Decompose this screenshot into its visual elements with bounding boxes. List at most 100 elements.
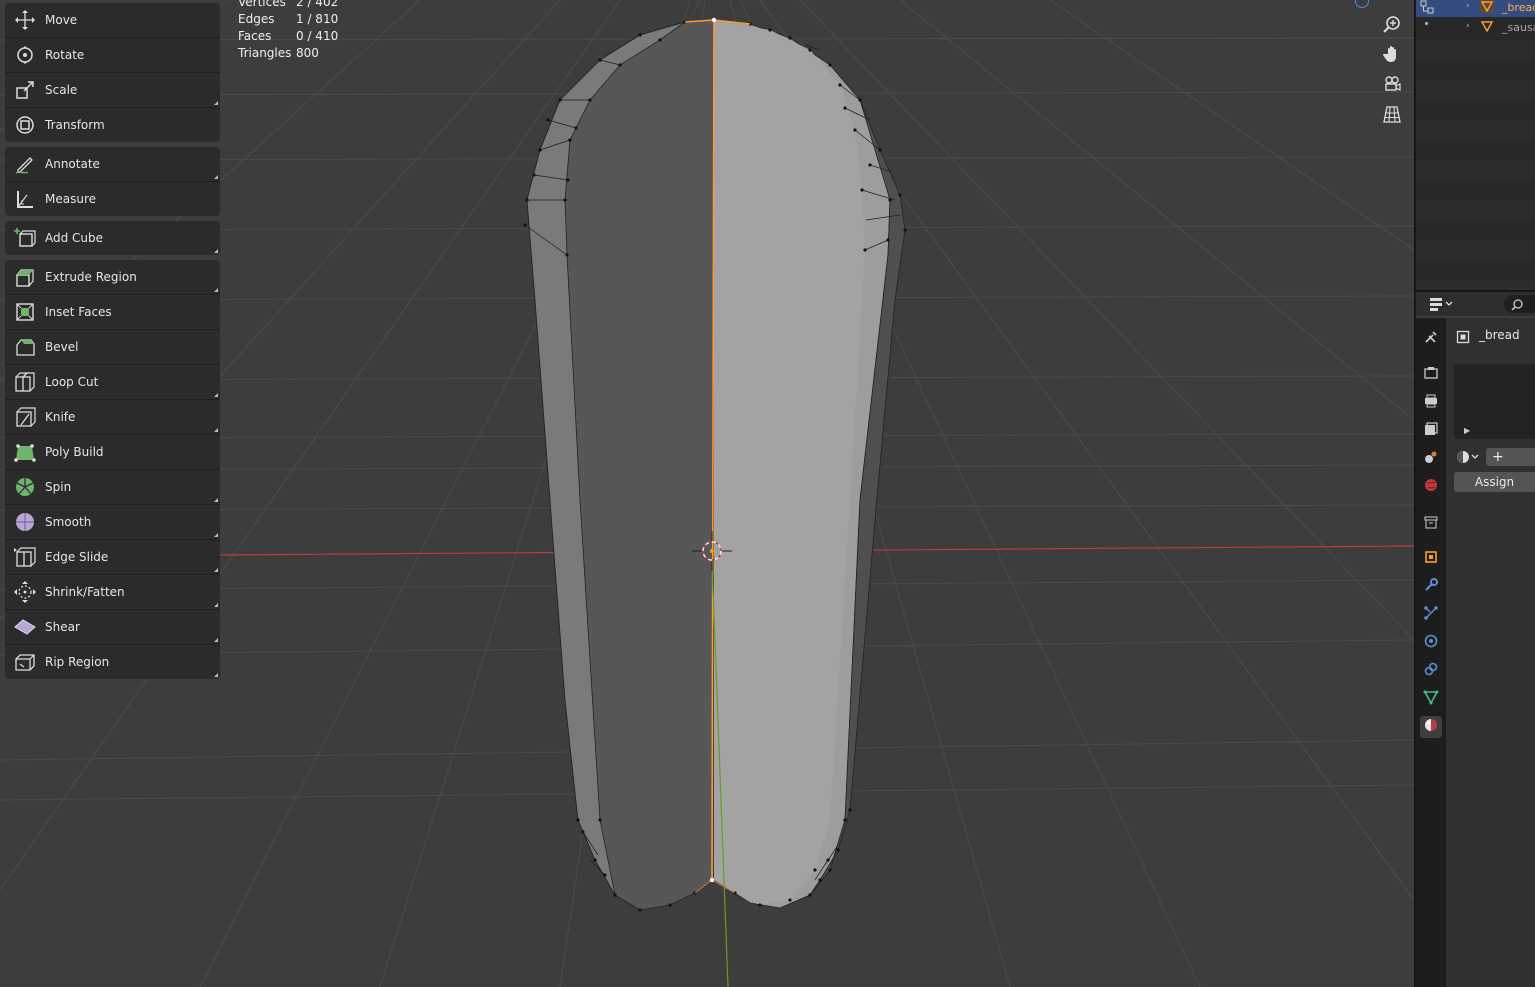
area-divider-horizontal[interactable]: [1416, 290, 1535, 292]
outliner-item-sausage[interactable]: › _sausa: [1416, 17, 1535, 37]
tool-move[interactable]: Move: [5, 3, 220, 38]
tool-poly-build[interactable]: Poly Build: [5, 435, 220, 470]
submenu-corner-icon: [214, 568, 218, 572]
rip-region-icon: [5, 645, 45, 679]
faces-label: Faces: [238, 29, 272, 43]
tool-label: Annotate: [45, 157, 100, 171]
zoom-magnifier-icon: [1382, 14, 1402, 38]
tab-collection[interactable]: [1422, 515, 1440, 533]
outliner-item-bread[interactable]: › _bread: [1416, 0, 1535, 17]
mesh-icon: [1480, 19, 1494, 36]
mesh-tools-group: Extrude Region Inset Faces Bevel Loop Cu…: [5, 260, 220, 679]
tool-edge-slide[interactable]: Edge Slide: [5, 540, 220, 575]
new-material-button[interactable]: +: [1486, 448, 1535, 466]
tool-smooth[interactable]: Smooth: [5, 505, 220, 540]
pan-button[interactable]: [1378, 42, 1406, 70]
tool-label: Bevel: [45, 340, 79, 354]
triangles-label: Triangles: [238, 46, 292, 60]
tool-shelf: Move Rotate Scale Transform Annotate Mea…: [5, 3, 220, 684]
assign-button[interactable]: Assign: [1454, 472, 1535, 492]
tab-output[interactable]: [1422, 394, 1440, 412]
submenu-corner-icon: [214, 249, 218, 253]
properties-header: [1416, 292, 1535, 316]
move-icon: [5, 3, 45, 37]
tool-add-cube[interactable]: Add Cube: [5, 221, 220, 255]
transform-tools-group: Move Rotate Scale Transform: [5, 3, 220, 142]
tool-knife[interactable]: Knife: [5, 400, 220, 435]
edges-label: Edges: [238, 12, 275, 26]
tool-label: Smooth: [45, 515, 92, 529]
tool-rotate[interactable]: Rotate: [5, 38, 220, 73]
expand-arrow-icon[interactable]: ›: [1466, 1, 1470, 11]
tab-object[interactable]: [1422, 550, 1440, 568]
tool-shrink-fatten[interactable]: Shrink/Fatten: [5, 575, 220, 610]
mesh-data-triangle-icon: [1423, 689, 1439, 709]
tool-scale[interactable]: Scale: [5, 73, 220, 108]
tool-bevel[interactable]: Bevel: [5, 330, 220, 365]
smooth-sphere-icon: [5, 505, 45, 539]
tab-modifiers[interactable]: [1422, 578, 1440, 596]
bread-mesh[interactable]: [523, 17, 907, 912]
zoom-button[interactable]: [1378, 12, 1406, 40]
3d-viewport[interactable]: Vertices 2 / 402 Edges 1 / 810 Faces 0 / 41…: [0, 0, 1414, 987]
shear-icon: [5, 610, 45, 644]
tab-scene[interactable]: [1422, 450, 1440, 468]
tool-transform[interactable]: Transform: [5, 108, 220, 142]
tool-shear[interactable]: Shear: [5, 610, 220, 645]
submenu-corner-icon: [214, 288, 218, 292]
outliner-item-label: _sausa: [1502, 20, 1535, 34]
tab-view-layer[interactable]: [1422, 422, 1440, 440]
bevel-icon: [5, 330, 45, 364]
perspective-toggle-button[interactable]: [1378, 102, 1406, 130]
submenu-corner-icon: [214, 673, 218, 677]
outliner[interactable]: › _bread › _sausa: [1416, 0, 1535, 290]
submenu-corner-icon: [214, 603, 218, 607]
outliner-rows-bg: [1416, 20, 1535, 290]
dot-icon: [1425, 22, 1428, 25]
tool-label: Add Cube: [45, 231, 104, 245]
collection-icon: [1420, 0, 1434, 17]
camera-icon: [1382, 74, 1402, 98]
statistics-overlay: Vertices 2 / 402 Edges 1 / 810 Faces 0 / 41…: [238, 0, 338, 62]
tool-rip-region[interactable]: Rip Region: [5, 645, 220, 679]
material-slot-list[interactable]: ▶: [1454, 364, 1535, 439]
material-browse-icon: [1454, 451, 1484, 470]
tool-label: Transform: [45, 118, 105, 132]
tool-inset-faces[interactable]: Inset Faces: [5, 295, 220, 330]
shrink-fatten-icon: [5, 575, 45, 609]
triangles-value: 800: [296, 46, 319, 60]
tool-annotate[interactable]: Annotate: [5, 147, 220, 182]
expand-arrow-icon[interactable]: ›: [1466, 21, 1470, 31]
tab-particles[interactable]: [1422, 606, 1440, 624]
annotate-pencil-icon: [5, 147, 45, 181]
mesh-icon: [1480, 0, 1494, 13]
tab-material[interactable]: [1420, 716, 1442, 738]
editor-type-dropdown[interactable]: [1426, 295, 1456, 313]
tool-label: Spin: [45, 480, 72, 494]
properties-search-field[interactable]: [1504, 295, 1535, 313]
camera-view-button[interactable]: [1378, 72, 1406, 100]
faces-value: 0 / 410: [296, 29, 339, 43]
tab-tool[interactable]: [1422, 330, 1440, 348]
tab-render[interactable]: [1422, 366, 1440, 384]
transform-icon: [5, 108, 45, 142]
tool-label: Shear: [45, 620, 80, 634]
tool-measure[interactable]: Measure: [5, 182, 220, 216]
annotate-tools-group: Annotate Measure: [5, 147, 220, 216]
browse-material-button[interactable]: [1454, 448, 1484, 466]
tab-data[interactable]: [1422, 690, 1440, 708]
scale-icon: [5, 73, 45, 107]
outliner-item-label: _bread: [1502, 0, 1535, 14]
tab-constraints[interactable]: [1422, 662, 1440, 680]
object-icon: [1456, 329, 1470, 348]
tool-loop-cut[interactable]: Loop Cut: [5, 365, 220, 400]
collection-box-icon: [1423, 514, 1439, 534]
tab-physics[interactable]: [1422, 634, 1440, 652]
object-square-icon: [1423, 549, 1439, 569]
tool-spin[interactable]: Spin: [5, 470, 220, 505]
expand-triangle-icon[interactable]: ▶: [1464, 426, 1470, 435]
tool-extrude-region[interactable]: Extrude Region: [5, 260, 220, 295]
area-divider[interactable]: [1414, 0, 1416, 987]
tab-world[interactable]: [1422, 478, 1440, 496]
tool-label: Measure: [45, 192, 96, 206]
